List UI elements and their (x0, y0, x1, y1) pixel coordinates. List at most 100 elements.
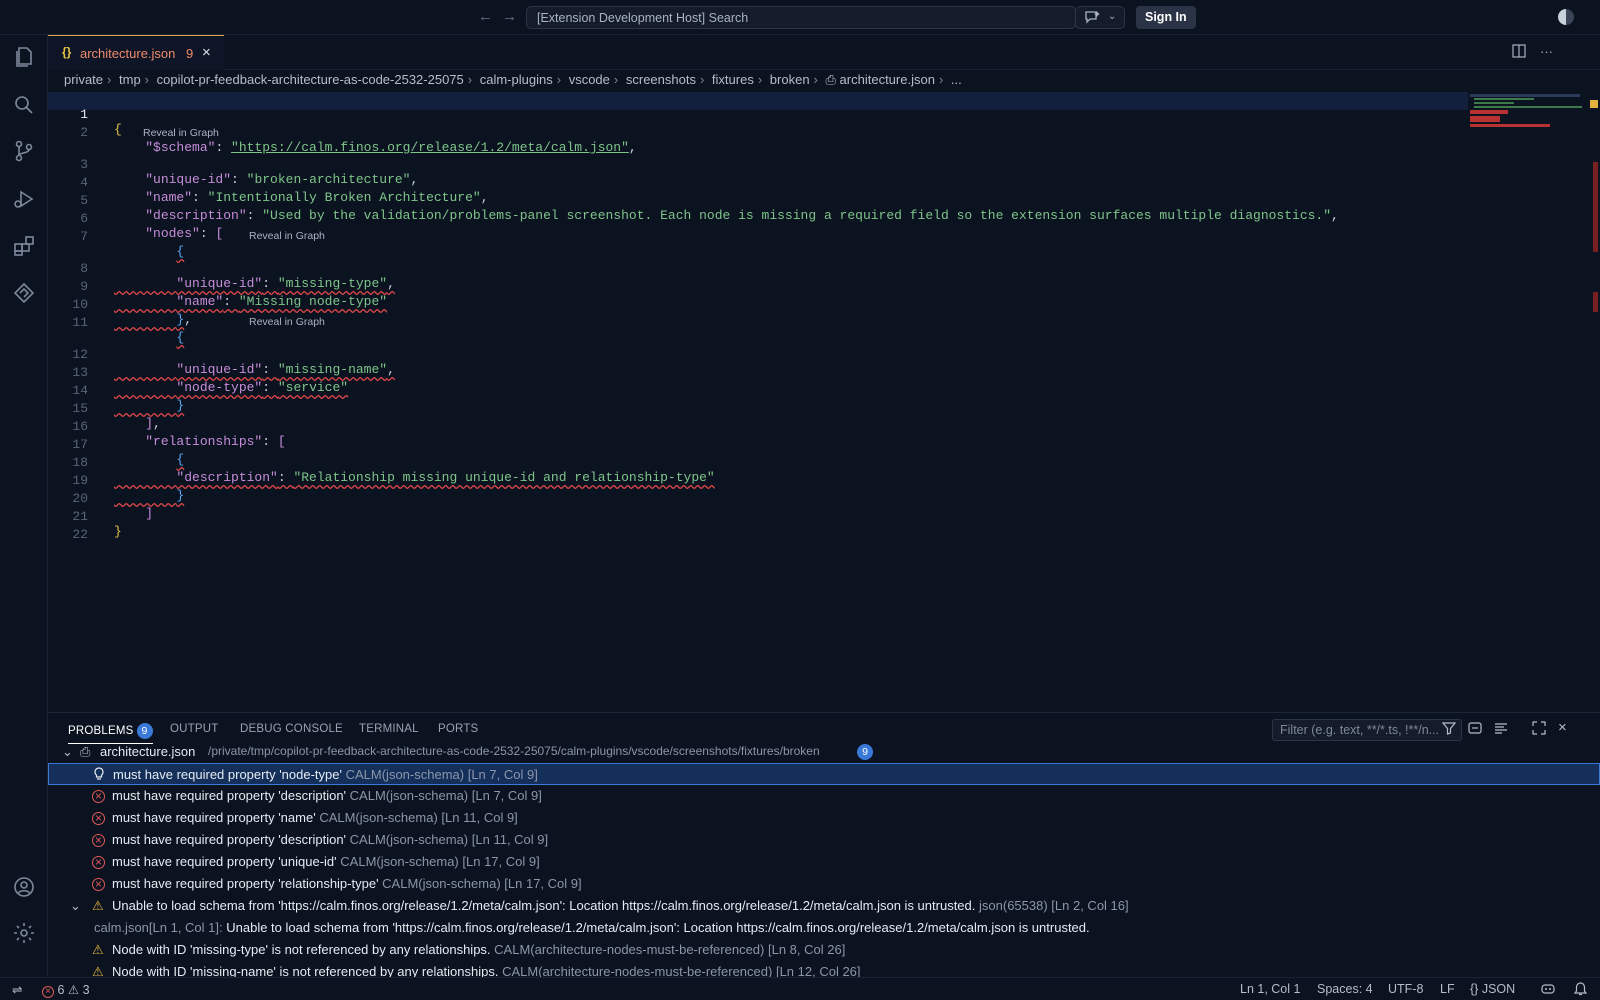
breadcrumb-item[interactable]: tmp (119, 72, 141, 87)
cursor-position[interactable]: Ln 1, Col 1 (1240, 982, 1300, 996)
problem-row[interactable]: ⚠ Node with ID 'missing-type' is not ref… (48, 939, 1600, 961)
code-line: 16 "relationships": [ (48, 404, 1468, 449)
problems-count-badge: 9 (136, 723, 153, 739)
problem-location: [Ln 17, Col 9] (504, 876, 582, 891)
more-actions-icon[interactable]: ··· (1540, 44, 1553, 59)
copilot-chat-button[interactable]: ⌄ (1075, 6, 1125, 29)
search-icon[interactable] (12, 93, 36, 117)
source-control-icon[interactable] (12, 139, 36, 163)
calm-icon[interactable] (12, 281, 36, 305)
run-debug-icon[interactable] (12, 187, 36, 211)
reveal-in-graph-lens[interactable]: Reveal in Graph (143, 127, 219, 139)
theme-toggle-icon[interactable] (1558, 9, 1574, 25)
problem-row[interactable]: × must have required property 'unique-id… (48, 851, 1600, 873)
problem-message: must have required property 'relationshi… (112, 876, 379, 891)
extensions-icon[interactable] (12, 234, 36, 258)
code-line: 5 "description": "Used by the validation… (48, 178, 1468, 223)
end-of-line[interactable]: LF (1440, 982, 1455, 996)
tab-output[interactable]: OUTPUT (170, 723, 218, 735)
problem-message: Node with ID 'missing-name' is not refer… (112, 964, 499, 978)
breadcrumb-item[interactable]: vscode (569, 72, 610, 87)
arrow-right-icon[interactable]: → (502, 8, 517, 25)
chevron-down-icon[interactable]: ⌄ (70, 898, 81, 914)
files-icon[interactable] (12, 45, 36, 69)
breadcrumb-item[interactable]: architecture.json (840, 72, 935, 87)
close-icon[interactable]: × (202, 44, 211, 61)
language-mode[interactable]: {} JSON (1470, 982, 1515, 996)
problem-location: [Ln 11, Col 9] (471, 832, 549, 847)
problem-location: [Ln 11, Col 9] (441, 810, 518, 825)
command-center-search[interactable]: [Extension Development Host] Search (526, 6, 1076, 29)
file-icon: ⎙ (825, 72, 836, 87)
problem-location: [Ln 7, Col 9] (467, 767, 538, 782)
breadcrumb-item[interactable]: private (64, 72, 103, 87)
problem-message: Node with ID 'missing-type' is not refer… (112, 942, 491, 957)
filter-icon[interactable] (1441, 721, 1457, 738)
breadcrumb-item[interactable]: fixtures (712, 72, 754, 87)
file-icon: ⎙ (80, 744, 91, 759)
problem-row[interactable]: × must have required property 'descripti… (48, 785, 1600, 807)
breadcrumb-item[interactable]: ... (951, 72, 962, 87)
problem-row[interactable]: × must have required property 'descripti… (48, 829, 1600, 851)
problem-row[interactable]: must have required property 'node-type' … (48, 763, 1600, 785)
problem-message: Unable to load schema from 'https://calm… (112, 898, 976, 913)
json-file-icon: {} (62, 45, 72, 59)
warning-icon: ⚠ (92, 942, 104, 957)
view-as-list-icon[interactable] (1494, 721, 1508, 738)
lightbulb-icon (93, 767, 105, 784)
copilot-icon[interactable] (1540, 982, 1556, 999)
error-icon: × (92, 810, 105, 825)
remote-icon[interactable]: ⇌ (12, 982, 22, 997)
split-editor-icon[interactable] (1512, 44, 1526, 61)
problem-row[interactable]: ⚠ Node with ID 'missing-name' is not ref… (48, 961, 1600, 978)
bottom-panel: PROBLEMS 9 OUTPUT DEBUG CONSOLE TERMINAL … (48, 712, 1600, 978)
reveal-in-graph-lens[interactable]: Reveal in Graph (249, 316, 325, 328)
maximize-panel-icon[interactable] (1532, 721, 1546, 738)
code-line: 14 } (48, 368, 1468, 413)
account-icon[interactable] (12, 875, 36, 899)
breadcrumb: private › tmp › copilot-pr-feedback-archit… (64, 72, 962, 87)
reveal-in-graph-lens[interactable]: Reveal in Graph (249, 230, 325, 242)
error-icon: × (42, 986, 54, 998)
encoding[interactable]: UTF-8 (1388, 982, 1423, 996)
indentation[interactable]: Spaces: 4 (1317, 982, 1373, 996)
problem-row[interactable]: × must have required property 'name' CAL… (48, 807, 1600, 829)
problem-message: must have required property 'node-type' (113, 767, 342, 782)
breadcrumb-item[interactable]: broken (770, 72, 810, 87)
problem-source: CALM(json-schema) (345, 767, 465, 782)
related-info-message: Unable to load schema from 'https://calm… (226, 920, 1090, 935)
tab-ports[interactable]: PORTS (438, 723, 478, 735)
problems-file-group[interactable]: ⌄ ⎙ architecture.json /private/tmp/copil… (48, 741, 1600, 763)
problem-location: [Ln 12, Col 26] (775, 964, 861, 978)
code-line: 10 }, (48, 282, 1468, 327)
minimap[interactable] (1468, 92, 1588, 142)
close-panel-icon[interactable]: × (1558, 719, 1567, 736)
code-line: 4 "name": "Intentionally Broken Architec… (48, 160, 1468, 205)
breadcrumb-item[interactable]: screenshots (626, 72, 696, 87)
tab-terminal[interactable]: TERMINAL (359, 723, 419, 735)
tab-debug-console[interactable]: DEBUG CONSOLE (240, 723, 343, 735)
code-editor[interactable]: 1 { 2 "$schema": "https://calm.finos.org… (48, 92, 1468, 710)
breadcrumb-item[interactable]: calm-plugins (480, 72, 553, 87)
problem-source: CALM(architecture-nodes-must-be-referenc… (494, 942, 765, 957)
problem-location: [Ln 8, Col 26] (768, 942, 846, 957)
problems-file-name: architecture.json (100, 744, 196, 759)
problem-row[interactable]: × must have required property 'relations… (48, 873, 1600, 895)
code-line: 8 "unique-id": "missing-type", (48, 246, 1468, 291)
problems-summary[interactable]: × 6 ⚠ 3 (42, 982, 90, 998)
breadcrumb-item[interactable]: copilot-pr-feedback-architecture-as-code… (157, 72, 464, 87)
related-info-location[interactable]: calm.json[Ln 1, Col 1]: (94, 920, 223, 935)
bell-icon[interactable] (1573, 982, 1588, 999)
gear-icon[interactable] (12, 921, 36, 945)
sign-in-button[interactable]: Sign In (1136, 6, 1196, 29)
code-line: 15 ], (48, 386, 1468, 431)
related-info-row[interactable]: calm.json[Ln 1, Col 1]: Unable to load s… (48, 917, 1600, 939)
problem-row[interactable]: ⌄ ⚠ Unable to load schema from 'https://… (48, 895, 1600, 917)
problems-filter-input[interactable]: Filter (e.g. text, **/*.ts, !**/n... (1272, 719, 1462, 741)
problem-message: must have required property 'name' (112, 810, 316, 825)
problem-message: must have required property 'unique-id' (112, 854, 337, 869)
collapse-all-icon[interactable] (1468, 721, 1482, 738)
arrow-left-icon[interactable]: ← (478, 8, 493, 25)
tab-architecture-json[interactable]: {} architecture.json 9 × (48, 35, 224, 70)
tab-label: architecture.json (80, 46, 176, 61)
